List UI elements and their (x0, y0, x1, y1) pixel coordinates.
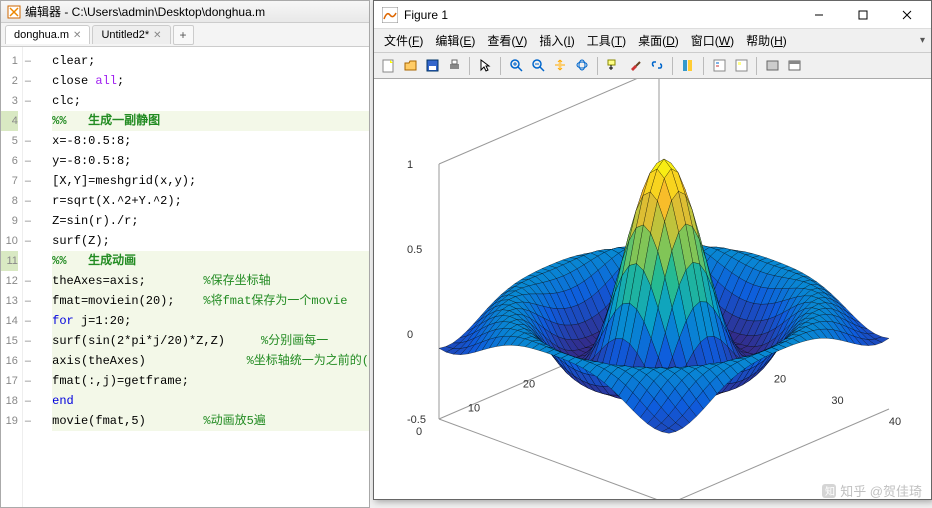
code-line[interactable]: Z=sin(r)./r; (52, 211, 369, 231)
svg-text:20: 20 (523, 379, 535, 391)
code-line[interactable]: axis(theAxes) %坐标轴统一为之前的( (52, 351, 369, 371)
save-icon[interactable] (422, 56, 442, 76)
svg-text:知: 知 (825, 485, 835, 498)
editor-tabs: donghua.m ✕ Untitled2* ✕ + (1, 23, 369, 47)
pointer-icon[interactable] (475, 56, 495, 76)
matlab-figure-icon (382, 7, 398, 23)
tab-label: donghua.m (14, 29, 69, 41)
open-icon[interactable] (400, 56, 420, 76)
svg-text:0.5: 0.5 (407, 244, 422, 256)
code-line[interactable]: for j=1:20; (52, 311, 369, 331)
menu-item-h[interactable]: 帮助(H) (742, 30, 791, 51)
new-icon[interactable] (378, 56, 398, 76)
breakpoint-gutter[interactable]: ––––––––––––––––– (23, 47, 36, 507)
code-line[interactable]: surf(sin(2*pi*j/20)*Z,Z) %分别画每一 (52, 331, 369, 351)
svg-text:1: 1 (407, 159, 413, 171)
tab-untitled2[interactable]: Untitled2* ✕ (92, 25, 170, 44)
menu-item-w[interactable]: 窗口(W) (687, 30, 738, 51)
code-line[interactable]: x=-8:0.5:8; (52, 131, 369, 151)
print-icon[interactable] (444, 56, 464, 76)
pan-icon[interactable] (550, 56, 570, 76)
menu-overflow-icon[interactable]: ▾ (920, 35, 925, 46)
svg-text:40: 40 (889, 416, 901, 428)
menu-item-t[interactable]: 工具(T) (583, 30, 630, 51)
figure-toolbar (374, 53, 931, 79)
legend-icon[interactable] (709, 56, 729, 76)
menu-item-e[interactable]: 编辑(E) (431, 30, 479, 51)
figure-titlebar[interactable]: Figure 1 (374, 1, 931, 29)
rotate3d-icon[interactable] (572, 56, 592, 76)
zoom-out-icon[interactable] (528, 56, 548, 76)
colorbar-icon[interactable] (678, 56, 698, 76)
menu-item-i[interactable]: 插入(I) (535, 30, 578, 51)
code-line[interactable]: r=sqrt(X.^2+Y.^2); (52, 191, 369, 211)
svg-text:-0.5: -0.5 (407, 414, 426, 426)
svg-text:10: 10 (468, 402, 480, 414)
tab-donghua[interactable]: donghua.m ✕ (5, 25, 90, 44)
line-number-gutter: 12345678910111213141516171819 (1, 47, 23, 507)
code-line[interactable]: clc; (52, 91, 369, 111)
window-controls (797, 1, 929, 29)
zoom-in-icon[interactable] (506, 56, 526, 76)
tab-label: Untitled2* (101, 29, 149, 41)
code-line[interactable]: clear; (52, 51, 369, 71)
menu-item-f[interactable]: 文件(F) (380, 30, 427, 51)
editor-title-text: 编辑器 - C:\Users\admin\Desktop\donghua.m (25, 3, 265, 20)
code-line[interactable]: [X,Y]=meshgrid(x,y); (52, 171, 369, 191)
figure-menubar: 文件(F)编辑(E)查看(V)插入(I)工具(T)桌面(D)窗口(W)帮助(H)… (374, 29, 931, 53)
code-line[interactable]: end (52, 391, 369, 411)
dock-icon[interactable] (784, 56, 804, 76)
code-line[interactable]: fmat=moviein(20); %将fmat保存为一个movie (52, 291, 369, 311)
svg-text:30: 30 (831, 395, 843, 407)
annotate-icon[interactable] (731, 56, 751, 76)
menu-item-d[interactable]: 桌面(D) (634, 30, 683, 51)
brush-icon[interactable] (625, 56, 645, 76)
hide-icon[interactable] (762, 56, 782, 76)
watermark: 知 知乎 @贺佳琦 (822, 481, 922, 500)
link-icon[interactable] (647, 56, 667, 76)
minimize-button[interactable] (797, 1, 841, 29)
editor-window: 编辑器 - C:\Users\admin\Desktop\donghua.m d… (0, 0, 370, 508)
close-icon[interactable]: ✕ (153, 30, 161, 41)
menu-item-v[interactable]: 查看(V) (483, 30, 531, 51)
code-line[interactable]: movie(fmat,5) %动画放5遍 (52, 411, 369, 431)
editor-app-icon (7, 5, 21, 19)
code-line[interactable]: y=-8:0.5:8; (52, 151, 369, 171)
code-line[interactable]: %% 生成一副静图 (52, 111, 369, 131)
add-tab-button[interactable]: + (173, 25, 194, 45)
figure-window: Figure 1 文件(F)编辑(E)查看(V)插入(I)工具(T)桌面(D)窗… (373, 0, 932, 500)
code-line[interactable]: surf(Z); (52, 231, 369, 251)
maximize-button[interactable] (841, 1, 885, 29)
code-area[interactable]: 12345678910111213141516171819 ––––––––––… (1, 47, 369, 507)
code-line[interactable]: theAxes=axis; %保存坐标轴 (52, 271, 369, 291)
plot-area[interactable]: -0.500.51010203040010203040 (374, 79, 931, 499)
code-text[interactable]: clear;close all;clc;%% 生成一副静图x=-8:0.5:8;… (36, 47, 369, 507)
svg-text:20: 20 (774, 374, 786, 386)
code-line[interactable]: fmat(:,j)=getframe; (52, 371, 369, 391)
code-line[interactable]: %% 生成动画 (52, 251, 369, 271)
close-icon[interactable]: ✕ (73, 30, 81, 41)
figure-title: Figure 1 (404, 8, 797, 22)
datacursor-icon[interactable] (603, 56, 623, 76)
svg-text:0: 0 (407, 329, 413, 341)
svg-text:0: 0 (416, 426, 422, 438)
code-line[interactable]: close all; (52, 71, 369, 91)
close-button[interactable] (885, 1, 929, 29)
editor-titlebar: 编辑器 - C:\Users\admin\Desktop\donghua.m (1, 1, 369, 23)
